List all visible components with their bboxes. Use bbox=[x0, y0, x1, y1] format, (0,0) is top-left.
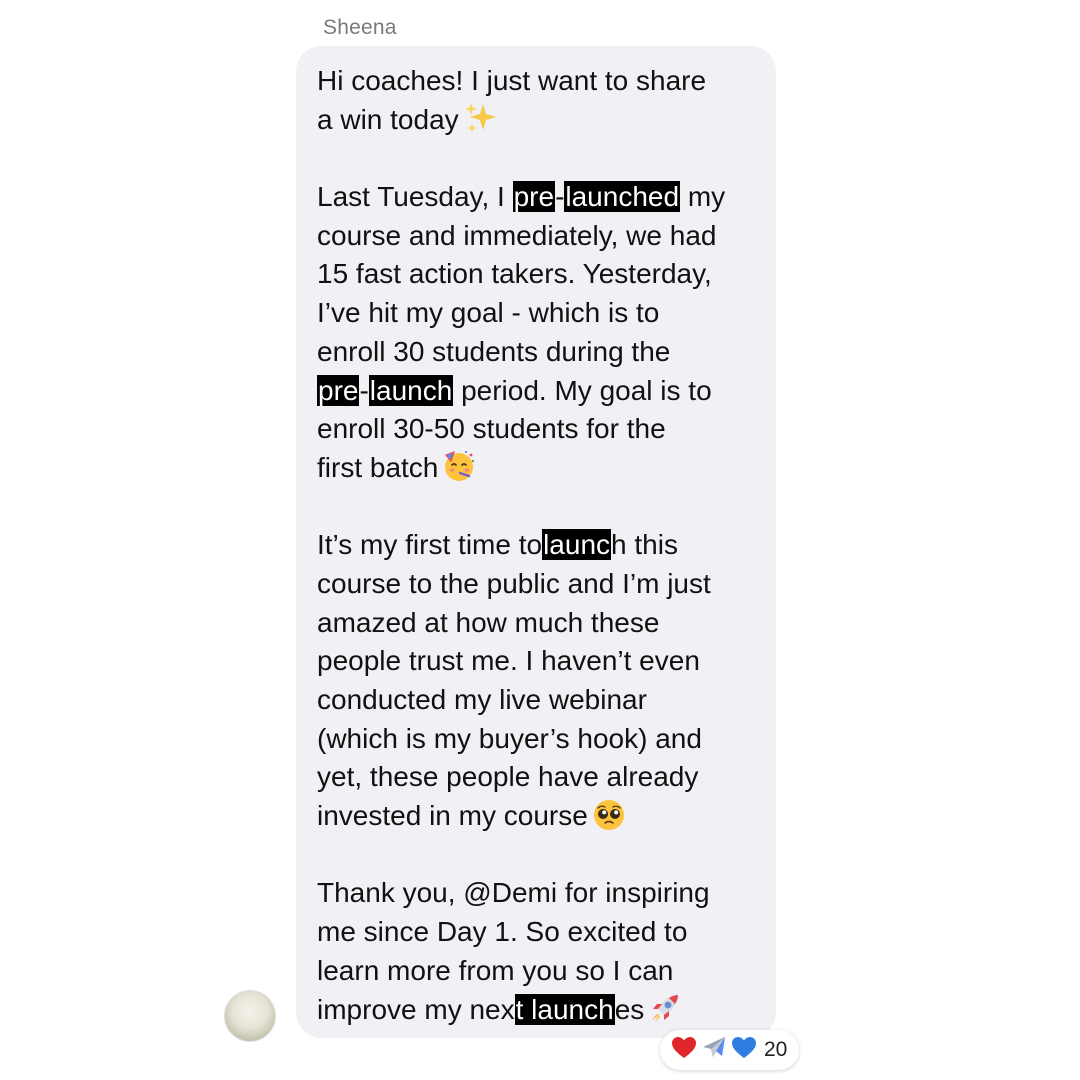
sparkles-emoji bbox=[463, 101, 497, 135]
message-line: Hi coaches! I just want to share bbox=[317, 65, 707, 96]
message-line: me since Day 1. So excited to bbox=[317, 916, 688, 948]
redaction-highlight: pre bbox=[317, 374, 360, 406]
avatar[interactable] bbox=[224, 990, 276, 1042]
blue-heart-icon bbox=[730, 1034, 758, 1067]
redaction-highlight: launc bbox=[542, 529, 612, 561]
message-line: people trust me. I haven’t even bbox=[317, 645, 700, 677]
airplane-icon bbox=[700, 1034, 728, 1067]
pleading-face-emoji bbox=[592, 798, 626, 832]
message-line: Thank you, @Demi for inspiring bbox=[317, 877, 710, 909]
message-line: enroll 30-50 students for the bbox=[317, 413, 666, 445]
message-line: enroll 30 students during the bbox=[317, 335, 671, 367]
sender-name: Sheena bbox=[323, 16, 397, 39]
message-line: (which is my buyer’s hook) and bbox=[317, 722, 702, 754]
redaction-highlight: launch bbox=[368, 374, 454, 406]
message-line: first batch bbox=[317, 449, 767, 488]
redaction-highlight: pre bbox=[512, 181, 556, 213]
message-line: pre-launch period. My goal is to bbox=[317, 374, 712, 406]
message-line: course and immediately, we had bbox=[317, 219, 717, 251]
message-line: I’ve hit my goal - which is to bbox=[317, 297, 660, 329]
partying-face-emoji bbox=[442, 449, 476, 483]
message-line: It’s my first time tolaunch this bbox=[317, 529, 678, 561]
message-line: conducted my live webinar bbox=[317, 684, 647, 715]
message-line: yet, these people have already bbox=[317, 761, 699, 793]
redaction-highlight: launched bbox=[564, 181, 681, 213]
reactions-bar[interactable]: 20 bbox=[660, 1030, 800, 1070]
message-line: a win today bbox=[317, 101, 767, 140]
message-line: Last Tuesday, I pre-launched my bbox=[317, 181, 726, 213]
message-line: invested in my course bbox=[317, 797, 767, 836]
message-line: improve my next launches bbox=[317, 991, 767, 1030]
message-line: course to the public and I’m just bbox=[317, 567, 711, 599]
message-text: Hi coaches! I just want to share a win t… bbox=[317, 62, 767, 1029]
message-line: amazed at how much these bbox=[317, 606, 660, 638]
redaction-highlight: t launch bbox=[514, 993, 615, 1025]
message-line: 15 fast action takers. Yesterday, bbox=[317, 258, 712, 290]
red-heart-icon bbox=[670, 1034, 698, 1067]
message-line: learn more from you so I can bbox=[317, 954, 674, 986]
rocket-emoji bbox=[648, 991, 682, 1025]
message-bubble[interactable]: Hi coaches! I just want to share a win t… bbox=[296, 46, 776, 1038]
reaction-count: 20 bbox=[764, 1038, 788, 1061]
